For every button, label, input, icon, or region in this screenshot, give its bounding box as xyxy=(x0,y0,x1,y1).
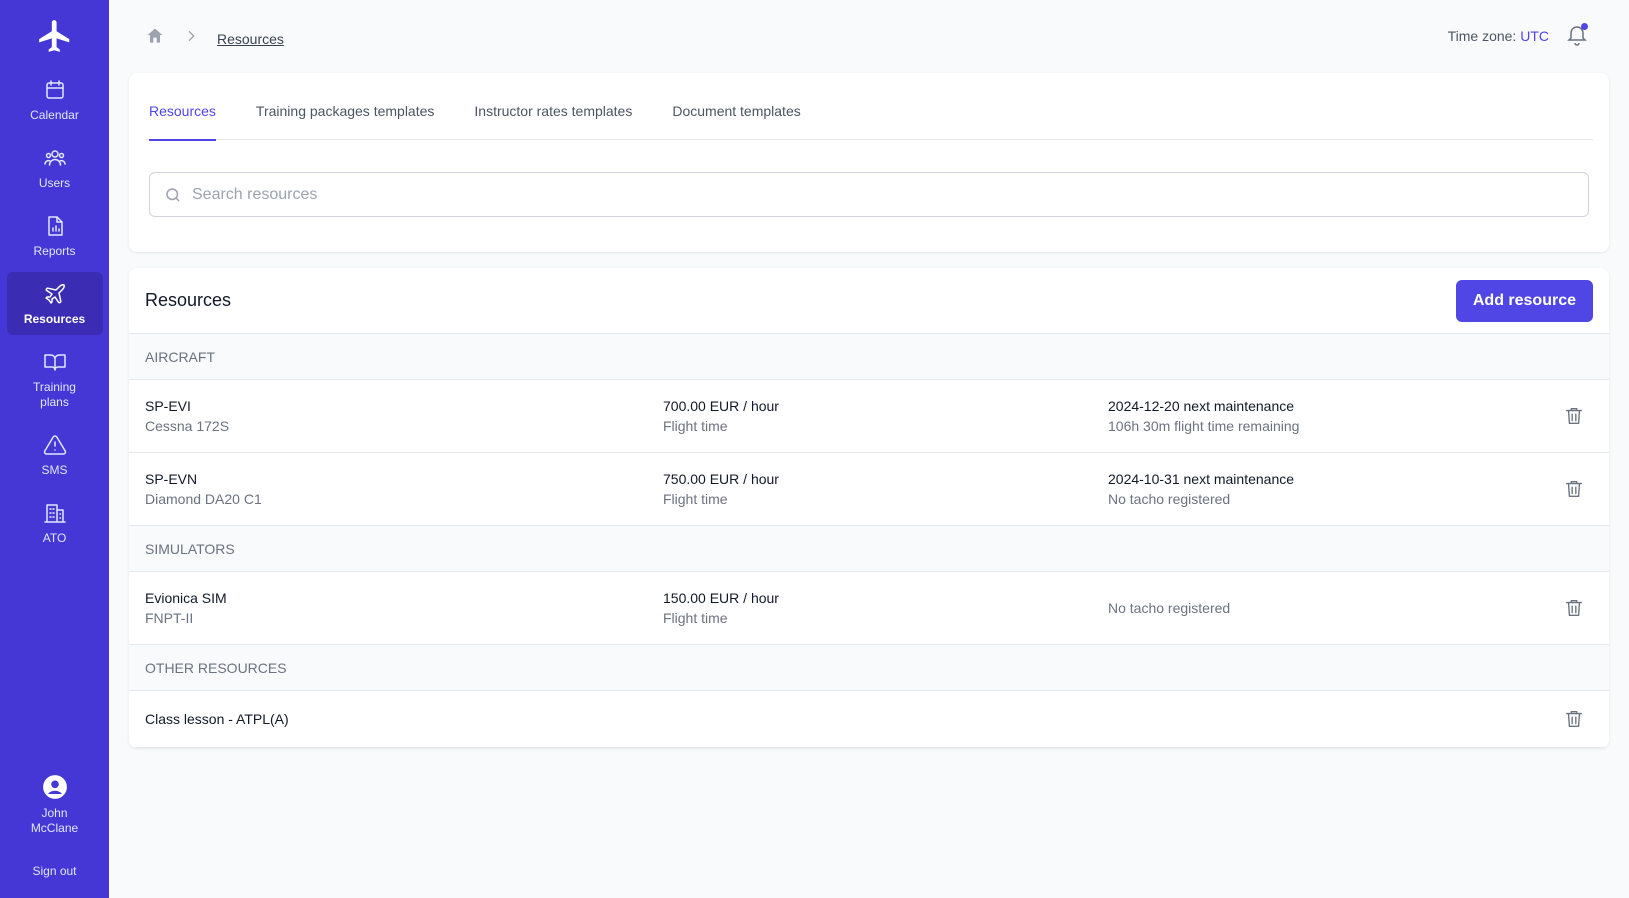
user-name: John McClane xyxy=(30,806,79,835)
resource-rate-basis: Flight time xyxy=(663,418,728,434)
resource-model: Diamond DA20 C1 xyxy=(145,491,262,507)
building-icon xyxy=(43,501,67,525)
tab-document-templates[interactable]: Document templates xyxy=(672,73,800,140)
resource-tacho: 106h 30m flight time remaining xyxy=(1108,418,1300,434)
sidebar-item-training-plans[interactable]: Training plans xyxy=(7,340,103,418)
trash-icon[interactable] xyxy=(1563,597,1585,619)
breadcrumb: Resources xyxy=(145,26,284,51)
sidebar-item-label: Calendar xyxy=(30,108,79,122)
resource-name-cell: Class lesson - ATPL(A) xyxy=(145,709,289,729)
sidebar-item-label: ATO xyxy=(42,531,67,545)
resource-name: SP-EVN xyxy=(145,471,198,487)
resource-model: Cessna 172S xyxy=(145,418,230,434)
timezone-value[interactable]: UTC xyxy=(1520,28,1549,44)
warning-icon xyxy=(43,433,67,457)
resource-rate-cell: 150.00 EUR / hour Flight time xyxy=(663,588,779,628)
search-box xyxy=(149,172,1589,217)
table-row[interactable]: Class lesson - ATPL(A) xyxy=(129,691,1609,748)
resource-tacho: No tacho registered xyxy=(1108,491,1231,507)
plane-icon xyxy=(43,282,67,306)
user-circle-icon xyxy=(42,774,68,800)
resource-name-cell: Evionica SIM FNPT-II xyxy=(145,588,227,628)
add-resource-button[interactable]: Add resource xyxy=(1455,279,1593,322)
section-heading: OTHER RESOURCES xyxy=(129,645,1609,691)
table-row[interactable]: Evionica SIM FNPT-II 150.00 EUR / hour F… xyxy=(129,572,1609,645)
chevron-right-icon xyxy=(165,28,217,49)
resource-tacho: No tacho registered xyxy=(1108,600,1231,616)
airplane-logo[interactable] xyxy=(35,16,75,56)
section-heading: SIMULATORS xyxy=(129,526,1609,572)
sidebar-nav: Calendar Users Reports Resources Trainin… xyxy=(0,68,109,559)
resource-rate: 750.00 EUR / hour xyxy=(663,471,779,487)
resource-model: FNPT-II xyxy=(145,610,194,626)
resource-name: Evionica SIM xyxy=(145,590,227,606)
resource-maintenance-cell: 2024-12-20 next maintenance 106h 30m fli… xyxy=(1108,396,1299,436)
search-icon xyxy=(164,186,182,204)
resource-maintenance-cell: 2024-10-31 next maintenance No tacho reg… xyxy=(1108,469,1294,509)
resource-rate-cell: 700.00 EUR / hour Flight time xyxy=(663,396,779,436)
breadcrumb-current[interactable]: Resources xyxy=(217,31,284,47)
sidebar: Calendar Users Reports Resources Trainin… xyxy=(0,0,109,898)
trash-icon[interactable] xyxy=(1563,708,1585,730)
resource-rate: 150.00 EUR / hour xyxy=(663,590,779,606)
users-icon xyxy=(43,146,67,170)
resource-rate-basis: Flight time xyxy=(663,610,728,626)
bell-icon xyxy=(1565,26,1589,50)
resource-name: SP-EVI xyxy=(145,398,191,414)
sidebar-item-calendar[interactable]: Calendar xyxy=(7,68,103,131)
sidebar-item-label: Resources xyxy=(23,312,86,326)
resource-maintenance: 2024-10-31 next maintenance xyxy=(1108,471,1295,487)
table-row[interactable]: SP-EVN Diamond DA20 C1 750.00 EUR / hour… xyxy=(129,453,1609,526)
sidebar-item-resources[interactable]: Resources xyxy=(6,272,103,335)
tab-bar: Resources Training packages templates In… xyxy=(145,73,1593,141)
table-row[interactable]: SP-EVI Cessna 172S 700.00 EUR / hour Fli… xyxy=(129,380,1609,453)
sidebar-item-label: Training plans xyxy=(33,380,76,409)
sign-out-link[interactable]: Sign out xyxy=(32,864,76,878)
book-icon xyxy=(43,350,67,374)
resources-title: Resources xyxy=(145,290,232,310)
notifications-button[interactable] xyxy=(1565,22,1591,48)
section-heading: AIRCRAFT xyxy=(129,334,1609,380)
sidebar-item-label: SMS xyxy=(41,463,68,477)
notification-dot xyxy=(1581,23,1588,30)
sidebar-item-label: Users xyxy=(38,176,71,190)
resource-rate-cell: 750.00 EUR / hour Flight time xyxy=(663,469,779,509)
sidebar-item-sms[interactable]: SMS xyxy=(7,423,103,486)
calendar-icon xyxy=(43,78,67,102)
tab-training-packages-templates[interactable]: Training packages templates xyxy=(256,73,434,140)
trash-icon[interactable] xyxy=(1563,478,1585,500)
tab-resources[interactable]: Resources xyxy=(149,73,216,141)
trash-icon[interactable] xyxy=(1563,405,1585,427)
resource-name: Class lesson - ATPL(A) xyxy=(145,711,289,727)
resource-name-cell: SP-EVN Diamond DA20 C1 xyxy=(145,469,262,509)
sidebar-item-label: Reports xyxy=(33,244,76,258)
tab-instructor-rates-templates[interactable]: Instructor rates templates xyxy=(474,73,632,140)
sidebar-item-users[interactable]: Users xyxy=(7,136,103,199)
timezone-label: Time zone: xyxy=(1447,28,1517,44)
report-icon xyxy=(43,214,67,238)
tabs-card: Resources Training packages templates In… xyxy=(129,73,1609,252)
top-bar: Resources Time zone: UTC xyxy=(109,0,1629,72)
resource-name-cell: SP-EVI Cessna 172S xyxy=(145,396,229,436)
search-input[interactable] xyxy=(192,185,1588,204)
resource-maintenance: 2024-12-20 next maintenance xyxy=(1108,398,1295,414)
timezone-indicator: Time zone: UTC xyxy=(1448,28,1549,44)
resource-rate-basis: Flight time xyxy=(663,491,728,507)
sidebar-bottom: John McClane Sign out xyxy=(0,774,109,898)
resources-header: Resources Add resource xyxy=(129,268,1609,334)
sidebar-item-reports[interactable]: Reports xyxy=(7,204,103,267)
resource-maintenance-cell: No tacho registered xyxy=(1108,598,1230,618)
sidebar-item-ato[interactable]: ATO xyxy=(7,491,103,554)
resources-card: Resources Add resource AIRCRAFT SP-EVI C… xyxy=(129,268,1609,748)
user-profile[interactable]: John McClane xyxy=(30,774,80,836)
resource-rate: 700.00 EUR / hour xyxy=(663,398,779,414)
home-icon[interactable] xyxy=(145,26,165,51)
